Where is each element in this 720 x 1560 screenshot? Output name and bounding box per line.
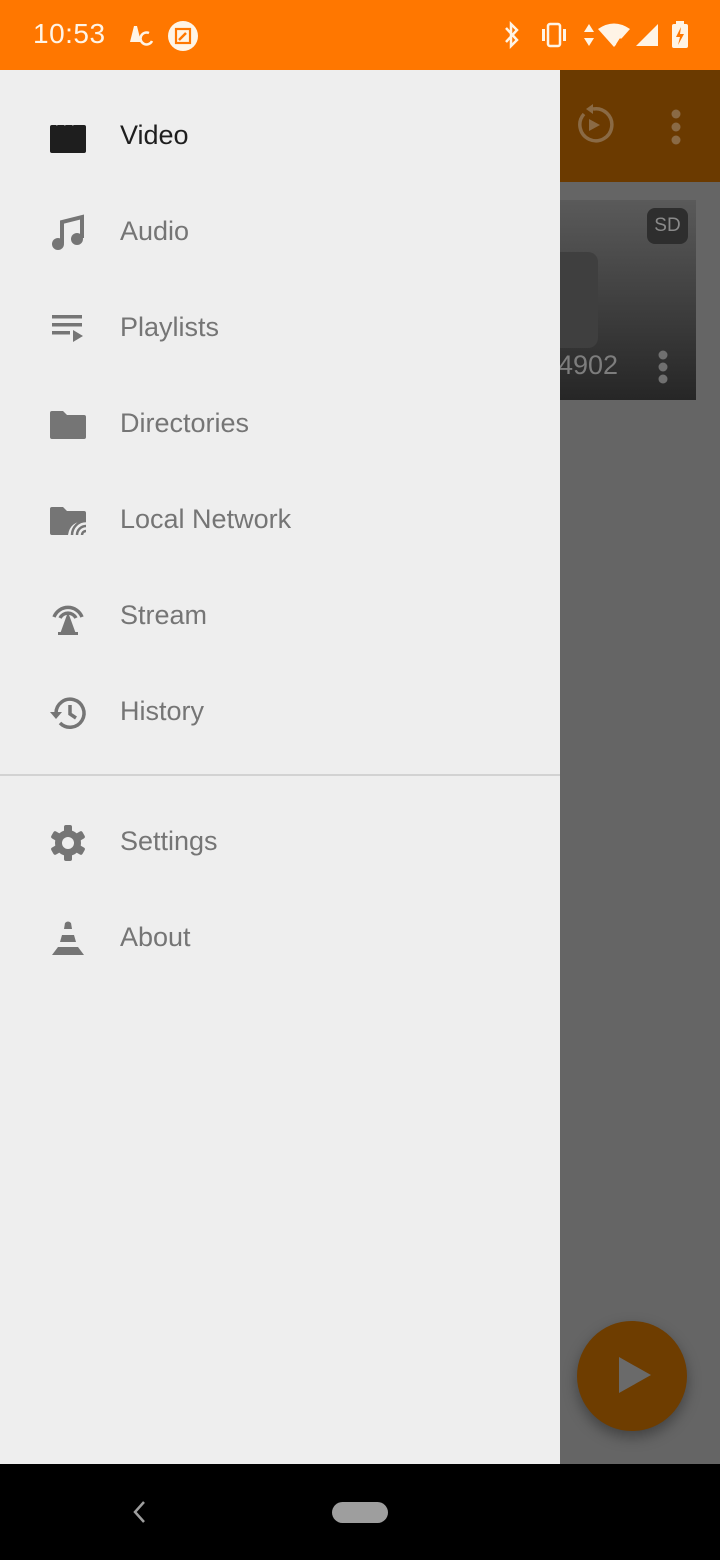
system-nav-bar: [0, 1464, 720, 1560]
folder-icon: [48, 405, 88, 445]
home-pill-icon[interactable]: [332, 1502, 388, 1523]
video-clapper-icon: [48, 117, 88, 157]
vlc-cone-sync-icon: [128, 24, 154, 53]
drawer-item-label: Directories: [120, 408, 250, 438]
drawer-item-label: Stream: [120, 600, 208, 630]
cell-signal-icon: [634, 20, 660, 55]
more-vert-icon[interactable]: [664, 108, 688, 148]
drawer-item-history[interactable]: History: [0, 663, 560, 759]
bluetooth-icon: [503, 20, 521, 55]
drawer-divider: [0, 774, 560, 776]
drawer-item-label: About: [120, 922, 191, 952]
drawer-item-audio[interactable]: Audio: [0, 183, 560, 279]
drawer-item-local-network[interactable]: Local Network: [0, 471, 560, 567]
wifi-icon: 4: [597, 20, 631, 55]
video-title: 4902: [558, 350, 619, 380]
playlist-play-icon: [48, 309, 88, 349]
drawer-item-label: History: [120, 696, 205, 726]
data-activity-icon: [583, 20, 595, 55]
drawer-item-label: Audio: [120, 216, 190, 246]
vibrate-icon: [539, 20, 569, 55]
navigation-drawer: Video Audio Playlists Directories Local …: [0, 70, 560, 1464]
vlc-cone-icon: [48, 919, 88, 959]
play-fab-button[interactable]: [577, 1321, 687, 1431]
status-time: 10:53: [33, 18, 106, 49]
quality-badge: SD: [647, 208, 688, 244]
history-icon: [48, 693, 88, 733]
back-chevron-icon[interactable]: [126, 1494, 154, 1530]
gear-icon: [48, 823, 88, 863]
drawer-item-playlists[interactable]: Playlists: [0, 279, 560, 375]
drawer-item-label: Video: [120, 120, 189, 150]
resume-playback-icon[interactable]: [572, 104, 614, 146]
svg-text:4: 4: [616, 36, 623, 50]
drawer-item-label: Settings: [120, 826, 218, 856]
battery-charging-icon: [670, 20, 690, 55]
drawer-item-label: Playlists: [120, 312, 220, 342]
drawer-item-video[interactable]: Video: [0, 87, 560, 183]
status-bar: 10:53 4: [0, 0, 720, 70]
screenshot-edit-icon: [167, 20, 199, 57]
stream-antenna-icon: [48, 597, 88, 637]
card-more-icon[interactable]: [653, 350, 673, 386]
drawer-item-label: Local Network: [120, 504, 292, 534]
music-note-icon: [48, 213, 88, 253]
drawer-item-settings[interactable]: Settings: [0, 793, 560, 889]
drawer-item-about[interactable]: About: [0, 889, 560, 985]
network-folder-icon: [48, 501, 88, 541]
drawer-item-stream[interactable]: Stream: [0, 567, 560, 663]
play-icon: [617, 1355, 653, 1400]
drawer-item-directories[interactable]: Directories: [0, 375, 560, 471]
